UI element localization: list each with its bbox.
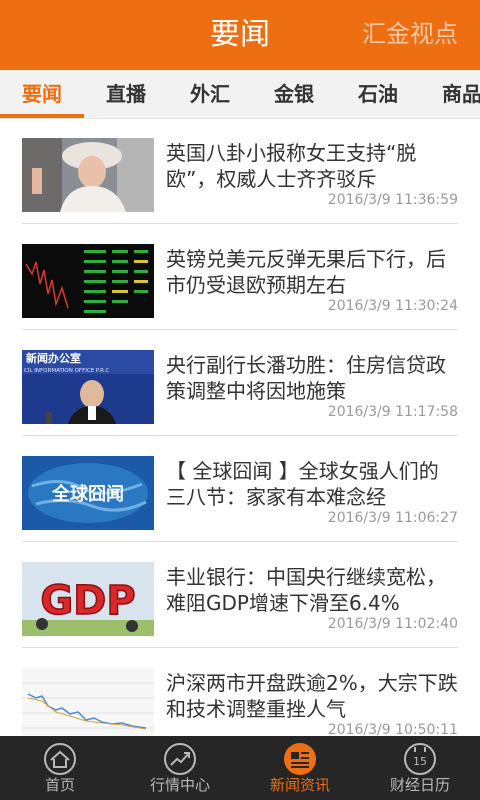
news-time: 2016/3/9 11:02:40 [327, 616, 458, 632]
tabbar-calendar-label: 财经日历 [389, 776, 450, 794]
news-thumbnail-gdp-cartoon: GDP [22, 562, 154, 636]
thumbnail-office-sign-en: CIL INFORMATION OFFICE P.R.C [24, 368, 110, 374]
tab-gold-silver[interactable]: 金银 [252, 70, 336, 118]
news-item[interactable]: 英镑兑美元反弹无果后下行，后市仍受退欧预期左右 2016/3/9 11:30:2… [0, 224, 480, 330]
news-time: 2016/3/9 11:17:58 [327, 404, 458, 420]
huijin-viewpoint-link[interactable]: 汇金视点 [362, 19, 458, 49]
thumbnail-globe-logo-text: 全球囧闻 [51, 483, 124, 505]
tabbar-market-label: 行情中心 [149, 776, 210, 794]
news-time: 2016/3/9 11:36:59 [327, 192, 458, 208]
tab-headlines[interactable]: 要闻 [0, 70, 84, 118]
news-thumbnail-queen [22, 138, 154, 212]
home-icon [44, 743, 76, 775]
tabbar-news-label: 新闻资讯 [269, 776, 330, 794]
calendar-icon: 15 [404, 743, 436, 775]
bottom-tab-bar: 首页 行情中心 新闻资讯 15 财经日历 [0, 736, 480, 800]
news-title: 【 全球囧闻 】全球女强人们的三八节：家家有本难念经 [166, 459, 439, 509]
news-time: 2016/3/9 11:30:24 [327, 298, 458, 314]
app-header: 要闻 汇金视点 [0, 0, 480, 70]
tabbar-home-label: 首页 [44, 776, 75, 794]
tabbar-home[interactable]: 首页 [0, 736, 120, 800]
thumbnail-office-sign: 新闻办公室 [26, 351, 81, 365]
market-chart-icon [164, 743, 196, 775]
news-item[interactable]: 新闻办公室 CIL INFORMATION OFFICE P.R.C 央行副行长… [0, 330, 480, 436]
tabbar-market[interactable]: 行情中心 [120, 736, 240, 800]
tab-forex[interactable]: 外汇 [168, 70, 252, 118]
thumbnail-gdp-text: GDP [40, 578, 135, 624]
category-tabs: 要闻 直播 外汇 金银 石油 商品 [0, 70, 480, 119]
tabbar-calendar[interactable]: 15 财经日历 [360, 736, 480, 800]
news-icon [284, 743, 316, 775]
tab-live[interactable]: 直播 [84, 70, 168, 118]
news-thumbnail-stock-chart [22, 668, 154, 742]
news-item[interactable]: 英国八卦小报称女王支持“脱欧”，权威人士齐齐驳斥 2016/3/9 11:36:… [0, 118, 480, 224]
news-title: 英国八卦小报称女王支持“脱欧”，权威人士齐齐驳斥 [166, 141, 417, 191]
tab-oil[interactable]: 石油 [336, 70, 420, 118]
calendar-day-number: 15 [413, 755, 427, 768]
news-thumbnail-trading-screen [22, 244, 154, 318]
news-title: 央行副行长潘功胜：住房信贷政策调整中将因地施策 [166, 353, 446, 403]
tabbar-news[interactable]: 新闻资讯 [240, 736, 360, 800]
tab-commodities[interactable]: 商品 [420, 70, 480, 118]
news-title: 丰业银行：中国央行继续宽松，难阻GDP增速下滑至6.4% [166, 565, 446, 615]
news-thumbnail-press-conference: 新闻办公室 CIL INFORMATION OFFICE P.R.C [22, 350, 154, 424]
news-time: 2016/3/9 11:06:27 [327, 510, 458, 526]
news-title: 沪深两市开盘跌逾2%，大宗下跌和技术调整重挫人气 [166, 671, 458, 721]
news-thumbnail-globe-logo: 全球囧闻 [22, 456, 154, 530]
news-title: 英镑兑美元反弹无果后下行，后市仍受退欧预期左右 [166, 247, 446, 297]
news-item[interactable]: GDP 丰业银行：中国央行继续宽松，难阻GDP增速下滑至6.4% 2016/3/… [0, 542, 480, 648]
news-item[interactable]: 全球囧闻 【 全球囧闻 】全球女强人们的三八节：家家有本难念经 2016/3/9… [0, 436, 480, 542]
